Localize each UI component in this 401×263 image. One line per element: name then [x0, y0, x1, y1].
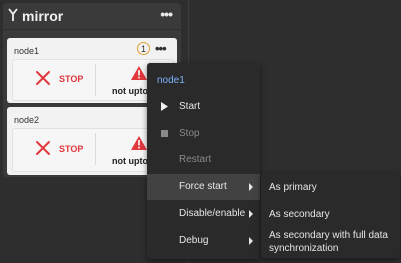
warning-icon — [131, 136, 147, 150]
menu-item-stop: Stop — [147, 121, 260, 147]
menu-item-label: Force start — [179, 181, 227, 192]
menu-item-restart: Restart — [147, 147, 260, 173]
menu-item-label: Disable/enable — [179, 208, 246, 219]
node-name: node2 — [14, 115, 40, 125]
node-more-menu-icon[interactable]: ••• — [155, 41, 167, 56]
submenu-item-as-secondary-full-sync[interactable]: As secondary with full data synchronizat… — [269, 229, 397, 255]
submenu-item-as-secondary[interactable]: As secondary — [269, 208, 397, 221]
stop-x-icon — [36, 71, 50, 85]
node-name: node1 — [14, 46, 40, 56]
context-menu-title: node1 — [157, 75, 185, 86]
panel-header: mirror ••• — [3, 3, 181, 30]
status-divider — [95, 133, 96, 165]
submenu-arrow-icon — [249, 210, 253, 218]
menu-item-force-start[interactable]: Force start — [147, 174, 260, 200]
stop-square-icon — [161, 130, 168, 137]
menu-item-disable-enable[interactable]: Disable/enable — [147, 201, 260, 227]
panel-title: mirror — [22, 8, 64, 24]
menu-item-debug[interactable]: Debug — [147, 228, 260, 254]
status-divider — [95, 64, 96, 96]
play-icon — [161, 102, 168, 111]
menu-item-label: Debug — [179, 235, 209, 246]
status-label: STOP — [59, 144, 84, 154]
submenu-arrow-icon — [249, 237, 253, 245]
submenu-item-as-primary[interactable]: As primary — [269, 181, 397, 194]
stop-x-icon — [36, 141, 50, 155]
node-badge: 1 — [137, 42, 150, 55]
node-context-menu: node1 Start Stop Restart Force start Dis… — [147, 63, 260, 259]
force-start-submenu: As primary As secondary As secondary wit… — [261, 173, 400, 258]
menu-item-label: Stop — [179, 128, 200, 139]
submenu-arrow-icon — [249, 183, 253, 191]
menu-item-start[interactable]: Start — [147, 94, 260, 120]
warning-icon — [131, 66, 147, 80]
status-label: STOP — [59, 74, 84, 84]
menu-item-label: Start — [179, 101, 201, 112]
panel-more-menu-icon[interactable]: ••• — [160, 6, 173, 22]
menu-item-label: Restart — [179, 154, 212, 165]
fork-icon — [8, 8, 18, 21]
